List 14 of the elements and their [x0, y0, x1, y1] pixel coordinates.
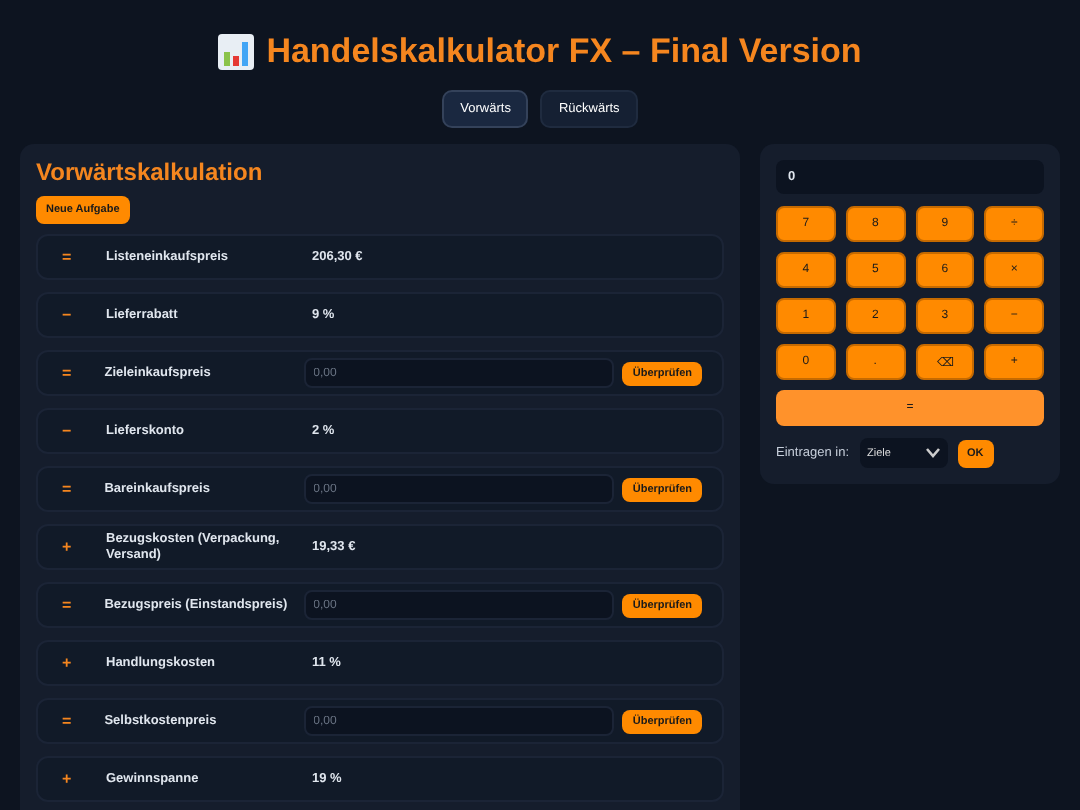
operator-sign: =	[60, 480, 74, 498]
operator-sign: =	[60, 364, 74, 382]
operator-sign: =	[60, 596, 74, 614]
app-title: Handelskalkulator FX – Final Version	[0, 0, 1080, 72]
operator-sign: =	[60, 712, 74, 730]
operator-sign: +	[60, 770, 74, 788]
operator-sign: =	[60, 248, 74, 266]
operator-sign: +	[60, 654, 74, 672]
bar-chart-icon	[218, 34, 255, 70]
operator-sign: +	[60, 538, 74, 556]
chevron-down-icon	[925, 448, 939, 458]
panel-title: Vorwärtskalkulation	[36, 158, 265, 186]
operator-sign: −	[60, 306, 74, 324]
operator-sign: −	[60, 422, 74, 440]
